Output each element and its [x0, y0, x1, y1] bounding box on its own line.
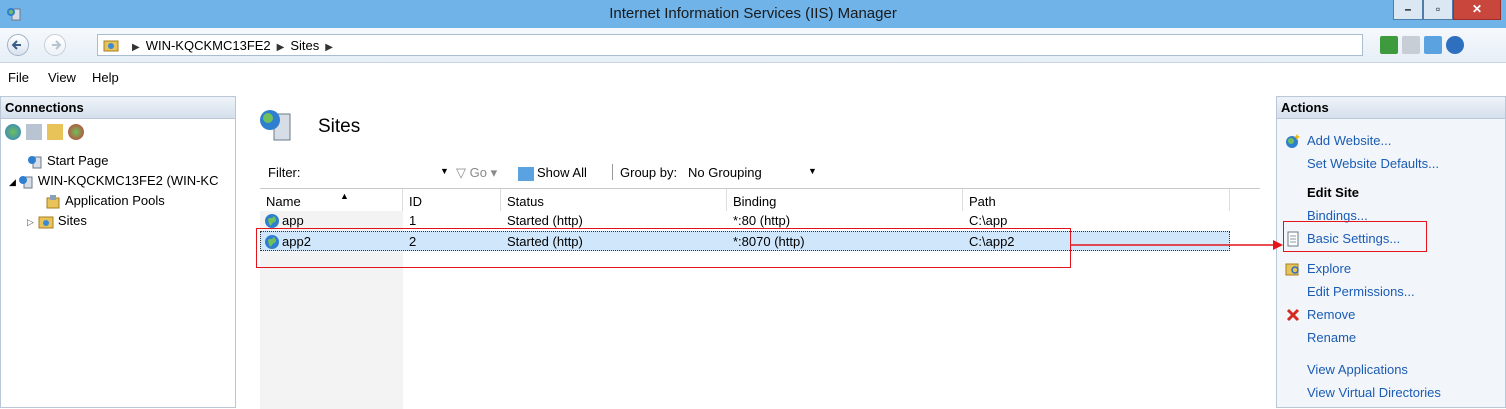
column-header-name[interactable]: Name ▲ — [260, 189, 403, 211]
tree-application-pools[interactable]: Application Pools — [45, 193, 165, 213]
filter-label: Filter: — [268, 165, 301, 180]
server-icon — [18, 175, 33, 189]
address-toolbar — [1380, 36, 1468, 54]
connections-panel: Connections Start Page ◢ WIN-KQCKMC13FE2 … — [0, 96, 236, 408]
sites-header-icon — [260, 110, 291, 141]
tree-sites[interactable]: ▷ Sites — [27, 213, 87, 233]
menu-file[interactable]: File — [8, 70, 29, 85]
back-button[interactable] — [7, 34, 29, 56]
tree-label: Application Pools — [65, 193, 165, 208]
go-label: Go — [469, 165, 487, 180]
sort-asc-icon: ▲ — [340, 191, 349, 201]
cell-path: C:\app — [969, 213, 1008, 228]
chevron-right-icon: ▶ — [132, 42, 140, 53]
save-icon[interactable] — [26, 123, 42, 140]
chevron-right-icon: ▶ — [325, 42, 333, 53]
forward-arrow-icon — [52, 40, 62, 50]
start-page-icon — [28, 155, 42, 169]
cell-status: Started (http) — [507, 213, 583, 228]
toolbar-divider — [612, 164, 613, 180]
remove-x-icon — [1286, 308, 1300, 322]
chevron-right-icon: ▶ — [276, 42, 285, 53]
rename-link[interactable]: Rename — [1307, 330, 1356, 345]
cell-name: app — [282, 213, 304, 228]
tree-label: Start Page — [47, 153, 109, 168]
sites-folder-icon — [38, 216, 54, 229]
column-header-id[interactable]: ID — [403, 189, 501, 211]
tree-label: WIN-KQCKMC13FE2 (WIN-KC — [37, 173, 219, 188]
header-label: Name — [266, 194, 301, 209]
menu-help[interactable]: Help — [92, 70, 119, 85]
show-all-label: Show All — [537, 165, 587, 180]
add-website-link[interactable]: Add Website... — [1307, 133, 1391, 148]
app-pool-icon — [46, 194, 60, 209]
connections-header: Connections — [1, 97, 235, 119]
menu-view[interactable]: View — [48, 70, 76, 85]
cell-binding: *:80 (http) — [733, 213, 791, 228]
annotation-arrow-icon — [1071, 240, 1283, 250]
expand-arrow-icon[interactable]: ◢ — [9, 177, 16, 187]
edit-permissions-link[interactable]: Edit Permissions... — [1307, 284, 1415, 299]
tree-start-page[interactable]: Start Page — [27, 153, 108, 173]
menu-bar: File View Help — [0, 63, 1506, 91]
collapse-arrow-icon[interactable]: ▷ — [27, 217, 34, 227]
explore-icon — [1285, 263, 1299, 276]
view-applications-link[interactable]: View Applications — [1307, 362, 1408, 377]
home-icon[interactable] — [1424, 36, 1442, 54]
actions-header: Actions — [1277, 97, 1505, 119]
set-website-defaults-link[interactable]: Set Website Defaults... — [1307, 156, 1439, 171]
explore-link[interactable]: Explore — [1307, 261, 1351, 276]
breadcrumb-sites[interactable]: Sites — [290, 38, 319, 53]
window-title: Internet Information Services (IIS) Mana… — [609, 5, 897, 22]
title-bar: Internet Information Services (IIS) Mana… — [0, 0, 1506, 29]
help-icon[interactable] — [1446, 36, 1464, 54]
maximize-button[interactable]: ▫ — [1423, 0, 1453, 20]
group-by-select[interactable]: No Grouping — [688, 165, 762, 180]
column-header-status[interactable]: Status — [501, 189, 727, 211]
highlight-basic-settings-box — [1283, 221, 1427, 252]
view-virtual-directories-link[interactable]: View Virtual Directories — [1307, 385, 1441, 400]
edit-site-heading: Edit Site — [1307, 185, 1360, 200]
add-website-icon — [1286, 134, 1300, 148]
show-all-icon — [518, 166, 534, 181]
sites-table: Name ▲ ID Status Binding Path app 1 Start… — [260, 188, 1260, 409]
actions-panel: Actions Add Website... Set Website Defau… — [1276, 96, 1506, 408]
close-button[interactable]: ✕ — [1453, 0, 1501, 20]
cell-id: 1 — [409, 213, 417, 228]
connect-globe-icon[interactable] — [5, 123, 21, 140]
breadcrumb: ▶ WIN-KQCKMC13FE2 ▶ Sites ▶ — [126, 38, 339, 53]
group-by-label: Group by: — [620, 165, 678, 180]
forward-button[interactable] — [44, 34, 66, 56]
address-bar: ▶ WIN-KQCKMC13FE2 ▶ Sites ▶ — [0, 28, 1506, 63]
tree-server[interactable]: ◢ WIN-KQCKMC13FE2 (WIN-KC — [9, 173, 218, 193]
filter-dropdown-icon[interactable]: ▼ — [440, 166, 449, 176]
remove-link[interactable]: Remove — [1307, 307, 1355, 322]
show-all-button[interactable]: Show All — [518, 165, 587, 181]
disconnect-icon[interactable] — [68, 123, 84, 140]
stop-icon[interactable] — [1402, 36, 1420, 54]
back-arrow-icon — [11, 40, 21, 50]
up-folder-icon[interactable] — [47, 123, 63, 140]
group-by-dropdown-icon[interactable]: ▼ — [808, 166, 817, 176]
address-field[interactable]: ▶ WIN-KQCKMC13FE2 ▶ Sites ▶ — [97, 34, 1363, 56]
column-header-binding[interactable]: Binding — [727, 189, 963, 211]
connect-icon[interactable] — [1380, 36, 1398, 54]
connections-toolbar — [5, 123, 89, 140]
folder-icon — [103, 40, 119, 52]
page-title: Sites — [318, 116, 361, 137]
minimize-button[interactable]: – — [1393, 0, 1423, 20]
go-button[interactable]: ▽ Go ▾ — [456, 165, 497, 181]
filter-bar: Filter: ▼ ▽ Go ▾ Show All Group by: No G… — [258, 162, 1258, 184]
tree-label: Sites — [57, 213, 87, 228]
breadcrumb-server[interactable]: WIN-KQCKMC13FE2 — [146, 38, 271, 53]
column-header-path[interactable]: Path — [963, 189, 1230, 211]
highlight-selected-row-box — [256, 228, 1071, 268]
